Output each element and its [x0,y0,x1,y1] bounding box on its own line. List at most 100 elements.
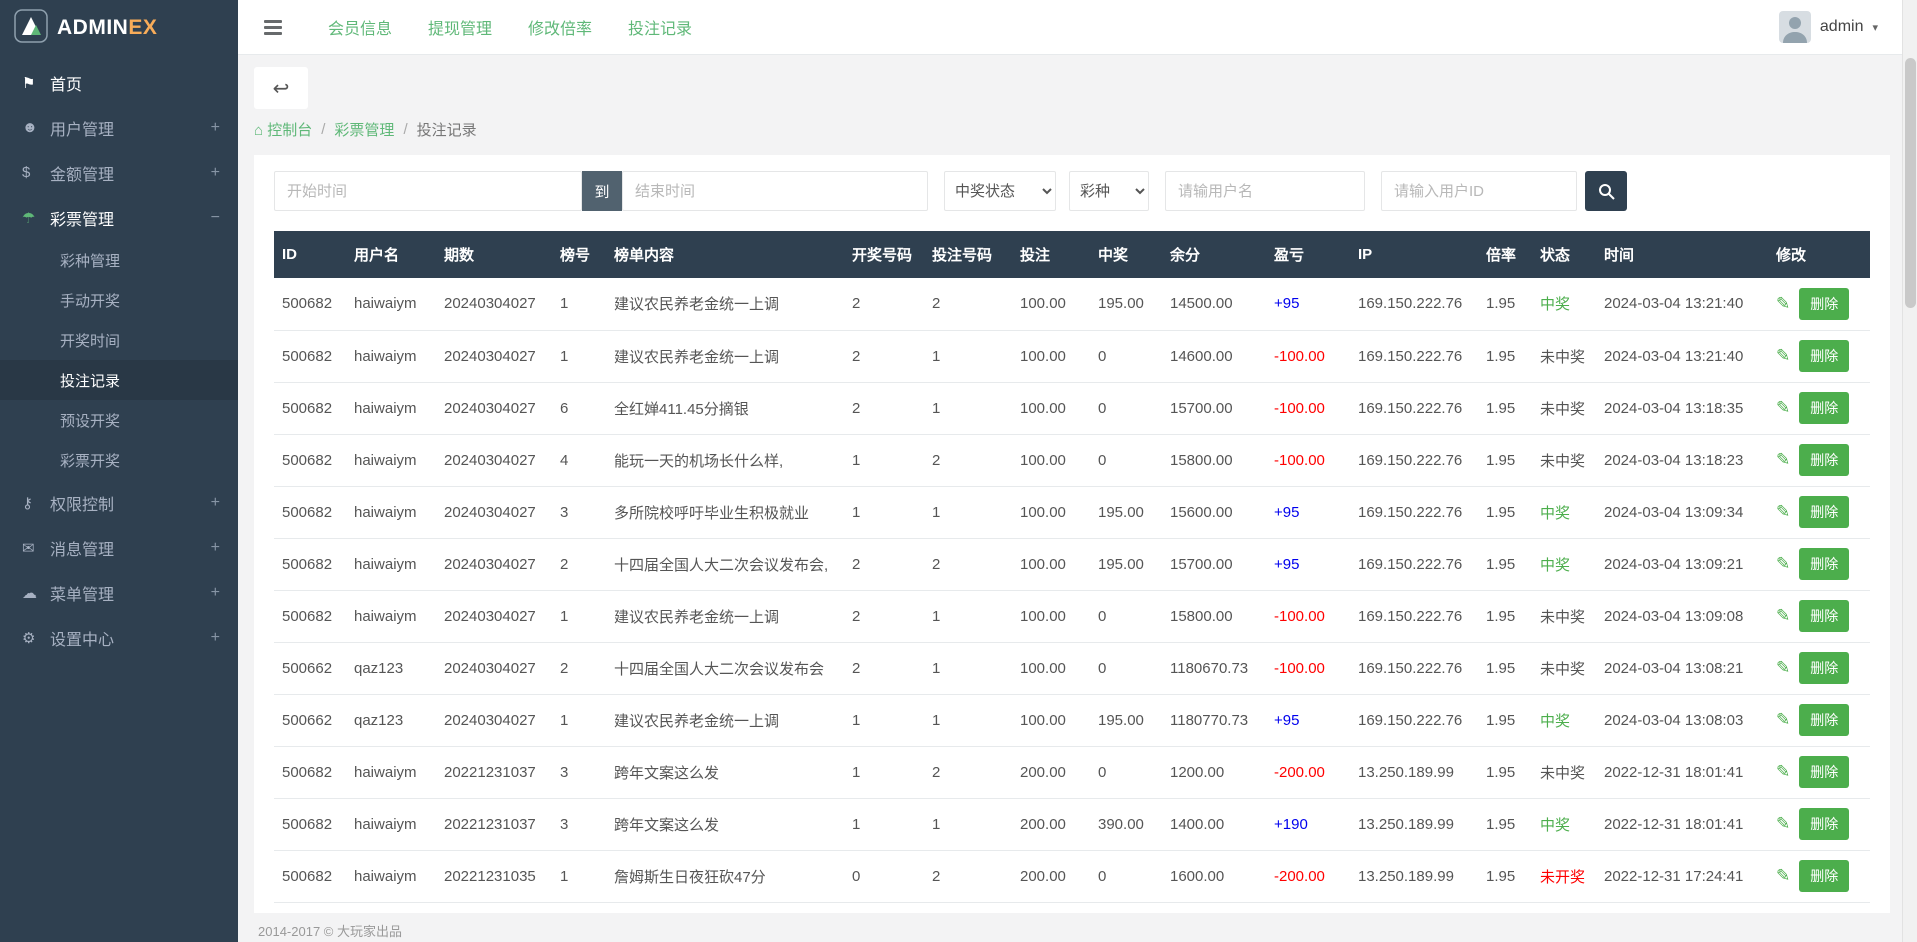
sidebar-item-label: 菜单管理 [50,581,211,605]
filter-bar: 到 中奖状态 彩种 [274,171,1870,211]
lock-icon: ⚷ [22,494,50,512]
delete-button[interactable]: 删除 [1799,860,1849,892]
user-menu[interactable]: admin ▾ [1779,11,1878,43]
sidebar-item-彩票管理[interactable]: ☂彩票管理− [0,195,238,240]
delete-button[interactable]: 删除 [1799,808,1849,840]
hamburger-icon[interactable] [260,16,286,39]
cell-actions: ✎ 删除 [1768,382,1870,434]
table-body: 500682haiwaiym202403040271建议农民养老金统一上调221… [274,278,1870,902]
edit-icon[interactable]: ✎ [1776,866,1790,885]
delete-button[interactable]: 删除 [1799,288,1849,320]
cell-status: 中奖 [1532,798,1596,850]
cell-status: 中奖 [1532,538,1596,590]
cell-rate: 1.95 [1478,798,1532,850]
gear-icon: ⚙ [22,629,50,647]
cell-username: haiwaiym [346,590,436,642]
topnav-link-提现管理[interactable]: 提现管理 [428,15,492,39]
delete-button[interactable]: 删除 [1799,444,1849,476]
delete-button[interactable]: 删除 [1799,652,1849,684]
sidebar-item-菜单管理[interactable]: ☁菜单管理+ [0,570,238,615]
scrollbar-thumb[interactable] [1905,58,1916,308]
topnav-links: 会员信息 提现管理 修改倍率 投注记录 [328,15,692,39]
cell-content: 多所院校呼吁毕业生积极就业 [606,486,844,538]
cell-time: 2022-12-31 18:01:41 [1596,746,1768,798]
start-time-input[interactable] [274,171,582,211]
edit-icon[interactable]: ✎ [1776,814,1790,833]
cell-username: haiwaiym [346,798,436,850]
megaphone-icon: ✉ [22,539,50,557]
cell-status: 未开奖 [1532,850,1596,902]
app-window: ADMINEX ⚑首页☻用户管理+$金额管理+☂彩票管理−彩种管理手动开奖开奖时… [0,0,1917,942]
delete-button[interactable]: 删除 [1799,756,1849,788]
username-input[interactable] [1165,171,1365,211]
edit-icon[interactable]: ✎ [1776,450,1790,469]
cell-profit: -100.00 [1266,434,1350,486]
cell-bet-code: 1 [924,590,1012,642]
column-header-榜单内容: 榜单内容 [606,231,844,278]
cell-balance: 15700.00 [1162,382,1266,434]
cell-bet-amount: 100.00 [1012,434,1090,486]
delete-button[interactable]: 删除 [1799,704,1849,736]
cell-username: haiwaiym [346,278,436,330]
delete-button[interactable]: 删除 [1799,392,1849,424]
sidebar-subitem-投注记录[interactable]: 投注记录 [0,360,238,400]
topnav-link-投注记录[interactable]: 投注记录 [628,15,692,39]
sidebar-item-消息管理[interactable]: ✉消息管理+ [0,525,238,570]
cell-rate: 1.95 [1478,590,1532,642]
vertical-scrollbar[interactable] [1902,0,1917,942]
sidebar-subitem-手动开奖[interactable]: 手动开奖 [0,280,238,320]
cell-actions: ✎ 删除 [1768,746,1870,798]
cell-actions: ✎ 删除 [1768,278,1870,330]
back-icon: ↩ [273,76,290,101]
edit-icon[interactable]: ✎ [1776,346,1790,365]
sidebar-item-权限控制[interactable]: ⚷权限控制+ [0,480,238,525]
expand-icon: + [211,119,220,137]
breadcrumb-section-link[interactable]: 彩票管理 [334,119,394,140]
cell-win-amount: 0 [1090,330,1162,382]
sidebar-subitem-预设开奖[interactable]: 预设开奖 [0,400,238,440]
sidebar-item-金额管理[interactable]: $金额管理+ [0,150,238,195]
column-header-状态: 状态 [1532,231,1596,278]
cell-content: 建议农民养老金统一上调 [606,590,844,642]
cell-ip: 169.150.222.76 [1350,330,1478,382]
sidebar-item-首页[interactable]: ⚑首页 [0,60,238,105]
edit-icon[interactable]: ✎ [1776,502,1790,521]
edit-icon[interactable]: ✎ [1776,762,1790,781]
lottery-type-select[interactable]: 彩种 [1069,171,1149,211]
topnav-link-修改倍率[interactable]: 修改倍率 [528,15,592,39]
cell-ip: 169.150.222.76 [1350,694,1478,746]
edit-icon[interactable]: ✎ [1776,606,1790,625]
cell-id: 500682 [274,278,346,330]
delete-button[interactable]: 删除 [1799,340,1849,372]
edit-icon[interactable]: ✎ [1776,398,1790,417]
userid-input[interactable] [1381,171,1577,211]
edit-icon[interactable]: ✎ [1776,294,1790,313]
win-status-select[interactable]: 中奖状态 [944,171,1056,211]
cell-id: 500682 [274,382,346,434]
edit-icon[interactable]: ✎ [1776,658,1790,677]
topnav-link-会员信息[interactable]: 会员信息 [328,15,392,39]
cell-win-amount: 0 [1090,590,1162,642]
cell-bet-code: 2 [924,746,1012,798]
search-button[interactable] [1585,171,1627,211]
sidebar-subitem-开奖时间[interactable]: 开奖时间 [0,320,238,360]
cell-balance: 15700.00 [1162,538,1266,590]
delete-button[interactable]: 删除 [1799,496,1849,528]
column-header-盈亏: 盈亏 [1266,231,1350,278]
cell-actions: ✎ 删除 [1768,486,1870,538]
breadcrumb-home-link[interactable]: ⌂ 控制台 [254,119,312,140]
sidebar-subitem-彩票开奖[interactable]: 彩票开奖 [0,440,238,480]
end-time-input[interactable] [622,171,928,211]
edit-icon[interactable]: ✎ [1776,710,1790,729]
back-button[interactable]: ↩ [254,67,308,109]
edit-icon[interactable]: ✎ [1776,554,1790,573]
delete-button[interactable]: 删除 [1799,548,1849,580]
sidebar-item-设置中心[interactable]: ⚙设置中心+ [0,615,238,660]
expand-icon: − [211,209,220,227]
sidebar-subitem-彩种管理[interactable]: 彩种管理 [0,240,238,280]
delete-button[interactable]: 删除 [1799,600,1849,632]
cell-rate: 1.95 [1478,746,1532,798]
sidebar-item-用户管理[interactable]: ☻用户管理+ [0,105,238,150]
cell-ip: 169.150.222.76 [1350,382,1478,434]
to-button[interactable]: 到 [582,171,622,211]
